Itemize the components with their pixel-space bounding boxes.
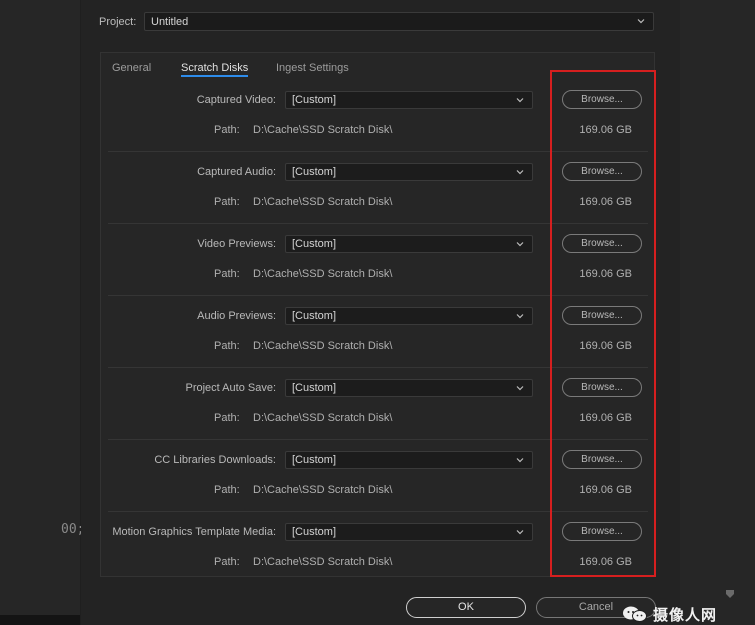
- path-label: Path:: [214, 340, 240, 352]
- cc-libraries-downloads-label: CC Libraries Downloads:: [154, 454, 276, 466]
- annotation-highlight-box: [550, 70, 656, 577]
- tab-scratch-disks[interactable]: Scratch Disks: [181, 62, 248, 74]
- chevron-down-icon: [516, 314, 524, 319]
- audio-previews-label: Audio Previews:: [197, 310, 276, 322]
- background-panel-right: [680, 0, 755, 625]
- captured-video-path: D:\Cache\SSD Scratch Disk\: [253, 124, 393, 136]
- select-value: [Custom]: [292, 310, 337, 322]
- background-timeline-strip: [0, 615, 80, 625]
- video-previews-select[interactable]: [Custom]: [285, 235, 533, 253]
- path-label: Path:: [214, 124, 240, 136]
- ok-button[interactable]: OK: [406, 597, 526, 618]
- video-previews-label: Video Previews:: [197, 238, 276, 250]
- captured-audio-path: D:\Cache\SSD Scratch Disk\: [253, 196, 393, 208]
- project-auto-save-label: Project Auto Save:: [185, 382, 277, 394]
- chevron-down-icon: [516, 386, 524, 391]
- cc-libraries-downloads-path: D:\Cache\SSD Scratch Disk\: [253, 484, 393, 496]
- motion-graphics-template-media-select[interactable]: [Custom]: [285, 523, 533, 541]
- select-value: [Custom]: [292, 454, 337, 466]
- chevron-down-icon: [637, 19, 645, 24]
- select-value: [Custom]: [292, 166, 337, 178]
- tab-general[interactable]: General: [112, 62, 151, 74]
- audio-previews-select[interactable]: [Custom]: [285, 307, 533, 325]
- watermark-text: 摄像人网: [653, 606, 718, 624]
- chevron-down-icon: [516, 98, 524, 103]
- chevron-down-icon: [516, 530, 524, 535]
- project-auto-save-select[interactable]: [Custom]: [285, 379, 533, 397]
- cc-libraries-downloads-select[interactable]: [Custom]: [285, 451, 533, 469]
- select-value: [Custom]: [292, 94, 337, 106]
- path-label: Path:: [214, 268, 240, 280]
- path-label: Path:: [214, 412, 240, 424]
- project-select[interactable]: Untitled: [144, 12, 654, 31]
- active-tab-indicator: [181, 75, 248, 77]
- select-value: [Custom]: [292, 526, 337, 538]
- chevron-down-icon: [516, 242, 524, 247]
- path-label: Path:: [214, 556, 240, 568]
- motion-graphics-template-media-path: D:\Cache\SSD Scratch Disk\: [253, 556, 393, 568]
- project-select-value: Untitled: [151, 16, 189, 28]
- select-value: [Custom]: [292, 382, 337, 394]
- project-auto-save-path: D:\Cache\SSD Scratch Disk\: [253, 412, 393, 424]
- video-previews-path: D:\Cache\SSD Scratch Disk\: [253, 268, 393, 280]
- tab-ingest-settings[interactable]: Ingest Settings: [276, 62, 349, 74]
- motion-graphics-template-media-label: Motion Graphics Template Media:: [112, 526, 276, 538]
- chevron-down-icon: [516, 458, 524, 463]
- path-label: Path:: [214, 196, 240, 208]
- wechat-logo-icon: [623, 606, 647, 622]
- captured-audio-label: Captured Audio:: [197, 166, 276, 178]
- captured-video-select[interactable]: [Custom]: [285, 91, 533, 109]
- project-label: Project:: [99, 16, 137, 28]
- chevron-down-icon: [516, 170, 524, 175]
- watermark: 摄像人网: [622, 604, 717, 624]
- shield-icon: [726, 590, 734, 598]
- captured-video-label: Captured Video:: [196, 94, 276, 106]
- select-value: [Custom]: [292, 238, 337, 250]
- audio-previews-path: D:\Cache\SSD Scratch Disk\: [253, 340, 393, 352]
- captured-audio-select[interactable]: [Custom]: [285, 163, 533, 181]
- path-label: Path:: [214, 484, 240, 496]
